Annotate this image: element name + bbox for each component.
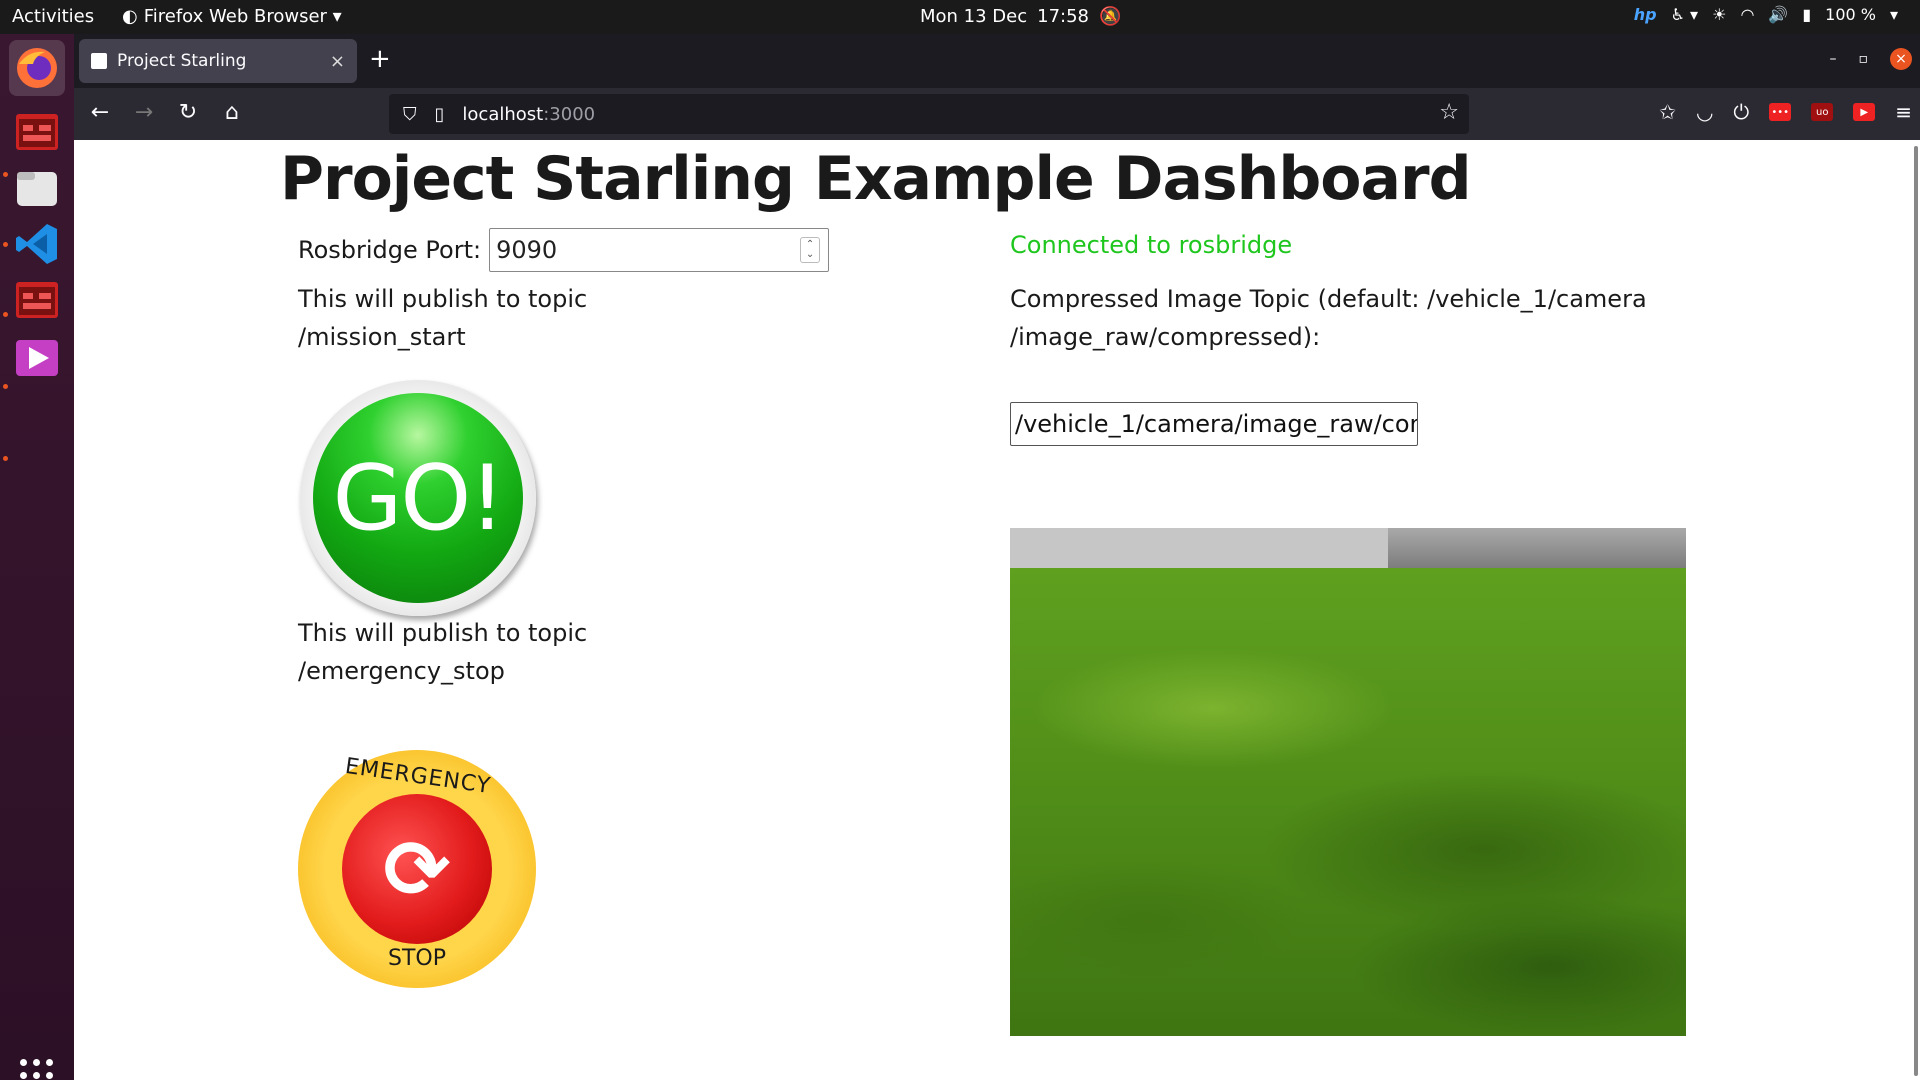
back-icon[interactable]: ←: [86, 100, 114, 125]
topic-text-line: This will publish to topic: [298, 619, 588, 647]
dock-running-indicator: [3, 172, 8, 177]
reload-icon[interactable]: ↻: [174, 100, 202, 125]
power-icon[interactable]: ⏻: [1733, 100, 1749, 124]
accessibility-icon: ♿ ▾: [1670, 5, 1699, 24]
dock-running-indicator: [3, 384, 8, 389]
dock-vscode[interactable]: [9, 216, 65, 272]
page-scrollbar[interactable]: [1914, 146, 1918, 1076]
video-player-icon: [16, 340, 58, 376]
restore-icon[interactable]: ▫: [1859, 51, 1869, 67]
system-top-bar: Activities ◐ Firefox Web Browser ▾ Mon 1…: [0, 0, 1920, 34]
emergency-label: EMERGENCY: [343, 753, 493, 800]
notifications-muted-icon: 🔕: [1099, 6, 1122, 27]
topic-text-line: This will publish to topic: [298, 285, 588, 313]
battery-icon: ▮: [1802, 5, 1812, 24]
camera-building: [1388, 528, 1686, 568]
clock[interactable]: Mon 13 Dec 17:58 🔕: [920, 6, 1121, 27]
dock-firefox[interactable]: [9, 40, 65, 96]
extension-ublock-icon[interactable]: uo: [1811, 103, 1834, 121]
close-window-icon[interactable]: ×: [1890, 48, 1912, 70]
extension-lastpass-icon[interactable]: •••: [1769, 103, 1792, 121]
topic-name: /mission_start: [298, 323, 466, 351]
home-icon[interactable]: ⌂: [218, 100, 246, 125]
terminal-icon: [16, 114, 58, 150]
image-topic-label-line: Compressed Image Topic (default: /vehicl…: [1010, 285, 1647, 313]
app-menu[interactable]: ◐ Firefox Web Browser ▾: [122, 6, 342, 27]
window-controls: – ▫ ×: [1830, 48, 1912, 70]
dock-running-indicator: [3, 312, 8, 317]
terminal-icon: [16, 282, 58, 318]
dock-terminal-2[interactable]: [9, 272, 65, 328]
date-label: Mon 13 Dec: [920, 6, 1028, 27]
tab-title: Project Starling: [117, 51, 247, 71]
page-info-icon[interactable]: ▯: [435, 104, 445, 125]
pocket-icon[interactable]: ◡: [1696, 100, 1713, 124]
topic-name: /emergency_stop: [298, 657, 505, 685]
refresh-arrows-icon: ⟳: [342, 794, 492, 944]
dock-media-player[interactable]: [9, 330, 65, 386]
vscode-icon: [16, 224, 57, 264]
dock-terminal-1[interactable]: [9, 104, 65, 160]
browser-window: Project Starling × + – ▫ × ← → ↻ ⌂ ⛉ ▯ l…: [74, 34, 1920, 1080]
tracking-shield-icon[interactable]: ⛉: [403, 104, 417, 125]
dock: [0, 34, 74, 1080]
camera-grass: [1010, 568, 1686, 1036]
mission-start-topic-text: This will publish to topic /mission_star…: [298, 280, 587, 356]
emergency-stop-topic-text: This will publish to topic /emergency_st…: [298, 614, 587, 690]
page-content: Project Starling Example Dashboard Rosbr…: [74, 140, 1920, 1080]
tab-project-starling[interactable]: Project Starling ×: [79, 39, 357, 83]
rosbridge-port-value: 9090: [496, 236, 558, 264]
tab-strip: Project Starling × + – ▫ ×: [74, 34, 1920, 88]
page-title: Project Starling Example Dashboard: [280, 144, 1472, 214]
emergency-stop-button[interactable]: EMERGENCY ⟳ STOP: [298, 750, 536, 988]
image-topic-value: /vehicle_1/camera/image_raw/com: [1015, 410, 1418, 438]
forward-icon[interactable]: →: [130, 100, 158, 125]
url-text: localhost:3000: [462, 103, 596, 125]
extensions-toolbar: ✩ ◡ ⏻ ••• uo ▶ ≡: [1659, 100, 1912, 124]
firefox-icon: [17, 48, 57, 88]
dock-files[interactable]: [9, 160, 65, 216]
system-tray[interactable]: hp ♿ ▾ ☀ ◠ 🔊 ▮ 100 % ▾: [1634, 5, 1898, 24]
image-topic-label: Compressed Image Topic (default: /vehicl…: [1010, 280, 1650, 356]
dock-running-indicator: [3, 456, 8, 461]
stop-label: STOP: [388, 946, 446, 971]
go-button-face: GO!: [313, 393, 523, 603]
url-bar[interactable]: ⛉ ▯ localhost:3000 ☆: [389, 94, 1469, 134]
image-topic-label-line: /image_raw/compressed):: [1010, 323, 1321, 351]
image-topic-input[interactable]: /vehicle_1/camera/image_raw/com: [1010, 402, 1418, 446]
number-spinner-icon[interactable]: ⌃ ⌄: [800, 237, 821, 263]
firefox-small-icon: ◐: [122, 6, 138, 27]
brightness-icon: ☀: [1712, 5, 1727, 24]
dock-running-indicator: [3, 242, 8, 247]
app-menu-label: Firefox Web Browser ▾: [143, 6, 342, 27]
battery-label: 100 %: [1825, 5, 1876, 24]
activities-button[interactable]: Activities: [12, 6, 94, 27]
minimize-icon[interactable]: –: [1830, 51, 1837, 67]
synced-tabs-icon[interactable]: ✩: [1659, 100, 1676, 124]
folder-icon: [17, 172, 57, 206]
go-button[interactable]: GO!: [300, 380, 536, 616]
camera-feed-image: [1010, 528, 1686, 1036]
rosbridge-port-row: Rosbridge Port: 9090 ⌃ ⌄: [298, 228, 830, 272]
navigation-toolbar: ← → ↻ ⌂ ⛉ ▯ localhost:3000 ☆ ✩ ◡ ⏻ ••• u…: [74, 88, 1920, 140]
bookmark-star-icon[interactable]: ☆: [1439, 100, 1459, 125]
page-favicon-icon: [91, 53, 107, 69]
close-tab-icon[interactable]: ×: [330, 51, 345, 72]
connection-status: Connected to rosbridge: [1010, 231, 1293, 259]
hp-icon: hp: [1633, 5, 1657, 24]
time-label: 17:58: [1037, 6, 1090, 27]
rosbridge-port-label: Rosbridge Port:: [298, 236, 482, 264]
rosbridge-port-input[interactable]: 9090 ⌃ ⌄: [489, 228, 830, 272]
wifi-icon: ◠: [1740, 5, 1755, 24]
show-applications-icon[interactable]: [20, 1059, 54, 1080]
volume-icon: 🔊: [1768, 5, 1789, 24]
hamburger-menu-icon[interactable]: ≡: [1895, 100, 1912, 124]
new-tab-button[interactable]: +: [369, 44, 391, 74]
system-menu-chevron-icon: ▾: [1889, 5, 1898, 24]
extension-youtube-icon[interactable]: ▶: [1853, 103, 1876, 121]
